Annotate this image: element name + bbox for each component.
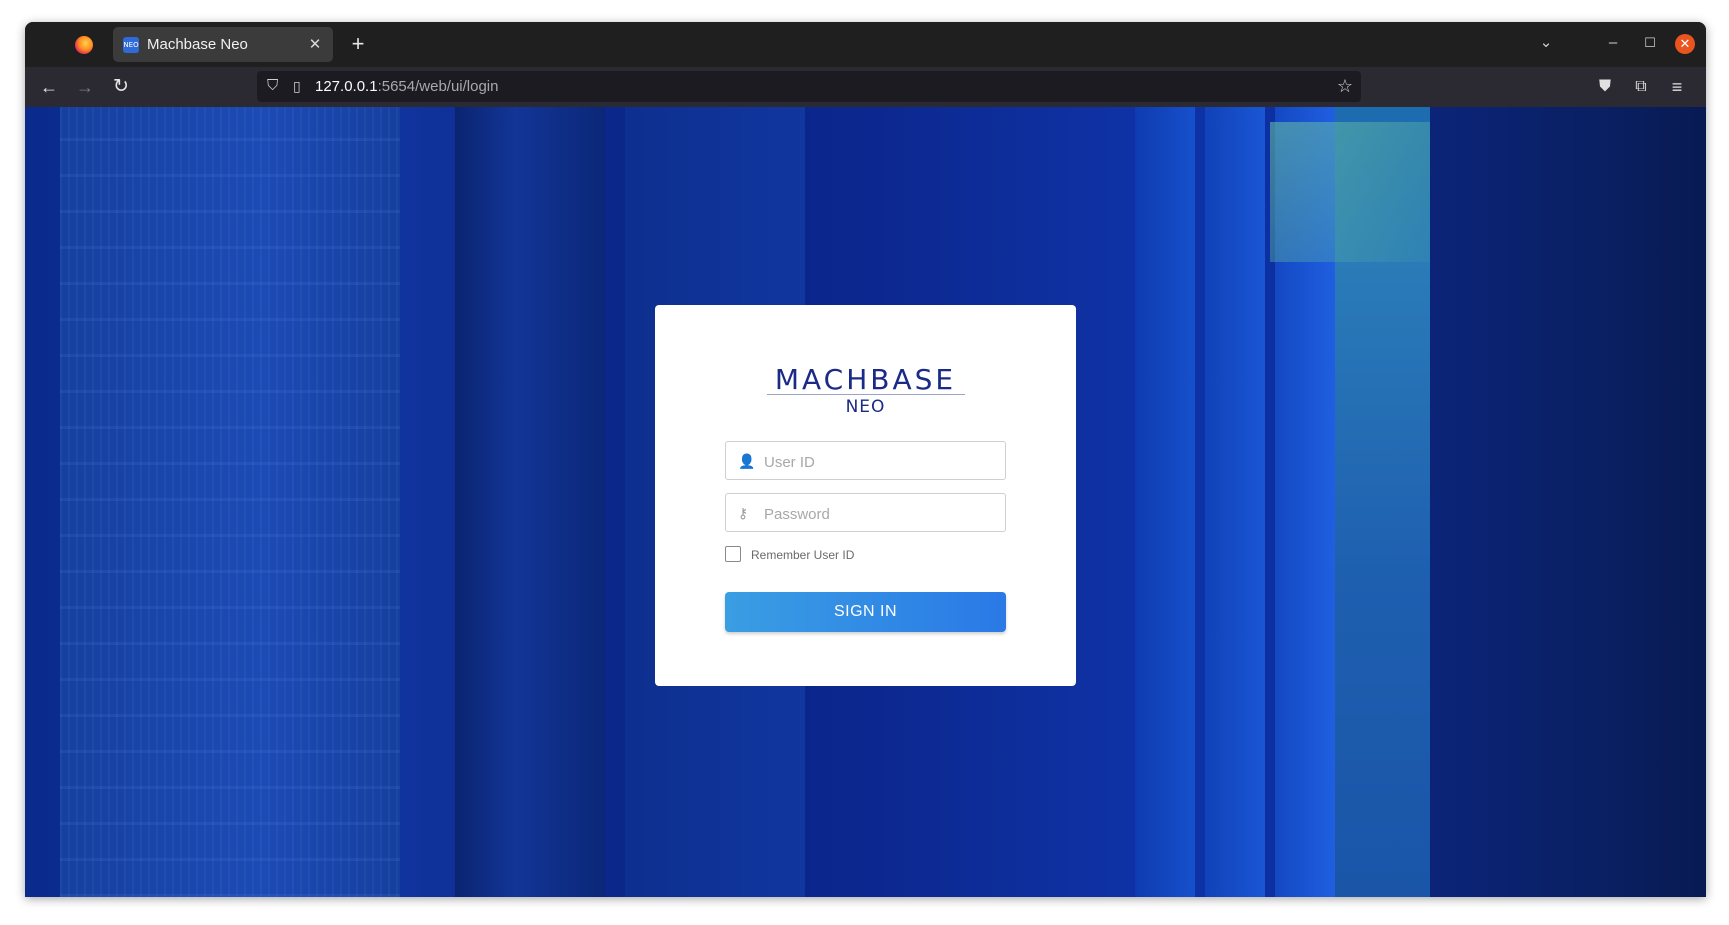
new-tab-button[interactable]: + [345,31,371,57]
server-rack-image [60,107,400,897]
logo-divider [767,394,965,395]
list-all-tabs-icon[interactable]: ⌄ [1533,32,1559,54]
password-field[interactable]: ⚷ [725,493,1006,532]
server-rack-image [1135,107,1195,897]
ceiling-light-image [1270,122,1430,262]
firefox-logo-icon [75,36,93,54]
url-host: 127.0.0.1 [315,78,378,95]
tab-title: Machbase Neo [147,36,248,53]
navigation-bar: ← → ↻ ⛉ ▯ 127.0.0.1:5654/web/ui/login ☆ … [25,67,1706,107]
url-bar[interactable]: ⛉ ▯ 127.0.0.1:5654/web/ui/login ☆ [257,71,1361,102]
server-rack-image [455,107,605,897]
forward-arrow-icon[interactable]: → [73,75,97,99]
close-window-icon[interactable]: ✕ [1675,34,1695,54]
neo-logo-text: NEO [845,397,886,417]
password-input[interactable] [762,502,996,526]
shield-icon[interactable]: ⛉ [267,76,278,96]
back-arrow-icon[interactable]: ← [37,75,61,99]
login-page: MACHBASE NEO 👤 ⚷ Remember User ID SIGN I… [25,107,1706,897]
url-text[interactable]: 127.0.0.1:5654/web/ui/login [315,78,499,95]
browser-window: NEO Machbase Neo ✕ + ⌄ – ☐ ✕ ← → ↻ ⛉ ▯ 1… [25,22,1706,897]
remember-label: Remember User ID [751,548,855,562]
tab-bar: NEO Machbase Neo ✕ + ⌄ – ☐ ✕ [25,22,1706,67]
machbase-logo: MACHBASE [774,363,957,396]
user-icon: 👤 [738,453,756,469]
key-icon: ⚷ [738,505,749,521]
hamburger-menu-icon[interactable]: ≡ [1665,75,1689,99]
url-path: :5654/web/ui/login [377,78,499,95]
minimize-icon[interactable]: – [1602,32,1624,54]
server-rack-image [1205,107,1265,897]
pocket-icon[interactable]: ⛊ [1593,75,1617,99]
sign-in-button[interactable]: SIGN IN [725,592,1006,632]
page-info-icon[interactable]: ▯ [293,76,301,96]
extensions-icon[interactable]: ⧉ [1629,75,1653,99]
tab-close-icon[interactable]: ✕ [305,35,325,55]
reload-icon[interactable]: ↻ [109,75,133,99]
machbase-favicon-icon: NEO [123,37,139,53]
login-card: MACHBASE NEO 👤 ⚷ Remember User ID SIGN I… [655,305,1076,686]
maximize-icon[interactable]: ☐ [1639,32,1661,54]
user-id-field[interactable]: 👤 [725,441,1006,480]
tab-machbase-neo[interactable]: NEO Machbase Neo ✕ [113,27,333,62]
user-id-input[interactable] [762,450,996,474]
background-shadow [1430,107,1706,897]
remember-checkbox[interactable] [725,546,741,562]
bookmark-star-icon[interactable]: ☆ [1337,75,1353,97]
